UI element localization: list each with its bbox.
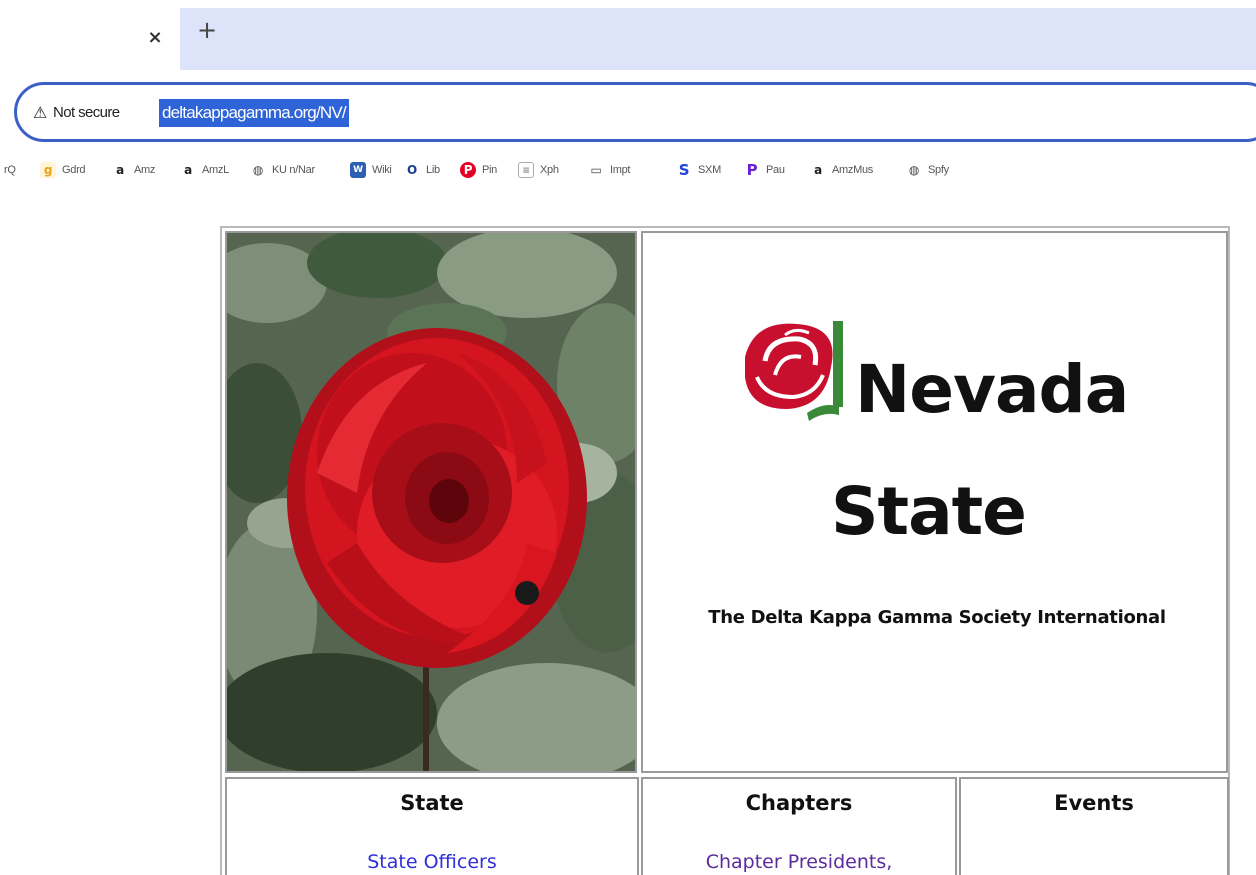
folder-icon: ▭ — [590, 163, 602, 177]
nav-heading-events: Events — [1054, 791, 1134, 815]
state-officers-link[interactable]: State Officers — [227, 851, 637, 873]
site-title-line2: State — [831, 473, 1027, 550]
bookmark-item[interactable]: W Wiki — [350, 158, 392, 182]
amazon-icon: a — [184, 163, 192, 177]
bookmark-item[interactable]: ◍ Spfy — [906, 158, 949, 182]
bookmark-label: Amz — [134, 164, 156, 176]
wiki-icon: W — [350, 162, 366, 178]
bookmark-item[interactable]: a AmzMus — [810, 158, 873, 182]
site-layout-table: Nevada State The Delta Kappa Gamma Socie… — [220, 226, 1230, 875]
bookmark-label: AmzMus — [832, 164, 873, 176]
site-subtitle: The Delta Kappa Gamma Society Internatio… — [708, 607, 1166, 628]
nav-heading-chapters: Chapters — [745, 791, 853, 815]
bookmark-label: Spfy — [928, 164, 949, 176]
library-icon: O — [407, 163, 417, 177]
bookmark-label: Impt — [610, 164, 631, 176]
bookmarks-bar: rQ g Gdrd a Amz a AmzL ◍ KU n/Nar W Wiki… — [0, 152, 1256, 188]
bookmark-label: Lib — [426, 164, 440, 176]
browser-toolbar: ⚠ Not secure deltakappagamma.org/NV/ — [0, 72, 1256, 152]
bookmark-item[interactable]: O Lib — [404, 158, 440, 182]
amazon-icon: a — [116, 163, 124, 177]
tab-strip: × + — [0, 0, 1256, 72]
rose-photo-graphic — [227, 233, 635, 771]
chapter-presidents-link[interactable]: Chapter Presidents, — [643, 851, 955, 873]
globe-icon: ◍ — [908, 163, 920, 177]
bookmark-item[interactable]: ≡ Xph — [518, 158, 559, 182]
siriusxm-icon: S — [678, 161, 690, 179]
nav-column-state: State State Officers — [225, 777, 639, 875]
nav-column-chapters: Chapters Chapter Presidents, — [641, 777, 957, 875]
document-icon: ≡ — [518, 162, 534, 178]
bookmark-item[interactable]: g Gdrd — [40, 158, 86, 182]
url-text-selected[interactable]: deltakappagamma.org/NV/ — [159, 99, 349, 127]
rose-photo — [225, 231, 637, 773]
goodreads-icon: g — [40, 162, 56, 178]
tab-strip-background — [180, 8, 1256, 70]
bookmark-label: Xph — [540, 164, 559, 176]
bookmark-label: Gdrd — [62, 164, 86, 176]
nav-columns: State State Officers Chapters Chapter Pr… — [225, 777, 1229, 875]
pinterest-icon: P — [460, 162, 476, 178]
site-title-line1: Nevada — [855, 351, 1129, 428]
globe-icon: ◍ — [252, 163, 264, 177]
bookmark-item[interactable]: ◍ KU n/Nar — [250, 158, 315, 182]
brand-panel: Nevada State The Delta Kappa Gamma Socie… — [641, 231, 1228, 773]
bookmark-item[interactable]: a Amz — [112, 158, 155, 182]
active-tab[interactable]: × — [0, 8, 180, 70]
bookmark-item[interactable]: P Pau — [744, 158, 785, 182]
bookmark-item[interactable]: ▭ Impt — [588, 158, 630, 182]
bookmark-item[interactable]: a AmzL — [180, 158, 229, 182]
bookmark-label: KU n/Nar — [272, 164, 315, 176]
pandora-icon: P — [746, 161, 758, 179]
warning-triangle-icon[interactable]: ⚠ — [33, 103, 47, 122]
bookmark-item[interactable]: P Pin — [460, 158, 497, 182]
bookmark-label: SXM — [698, 164, 721, 176]
address-bar[interactable]: ⚠ Not secure deltakappagamma.org/NV/ — [14, 82, 1256, 142]
bookmark-item[interactable]: S SXM — [676, 158, 722, 182]
not-secure-label[interactable]: Not secure — [53, 104, 120, 121]
bookmark-label: Wiki — [372, 164, 392, 176]
rose-logo-icon — [745, 321, 843, 421]
new-tab-button[interactable]: + — [196, 16, 218, 44]
bookmark-item[interactable]: rQ — [4, 158, 16, 182]
bookmark-label: Pin — [482, 164, 497, 176]
page-viewport: Nevada State The Delta Kappa Gamma Socie… — [0, 220, 1256, 875]
nav-heading-state: State — [400, 791, 464, 815]
bookmark-label: AmzL — [202, 164, 229, 176]
close-tab-icon[interactable]: × — [146, 26, 164, 50]
amazon-icon: a — [814, 163, 822, 177]
bookmark-label: Pau — [766, 164, 785, 176]
nav-column-events: Events — [959, 777, 1229, 875]
bookmark-label: rQ — [4, 164, 16, 176]
